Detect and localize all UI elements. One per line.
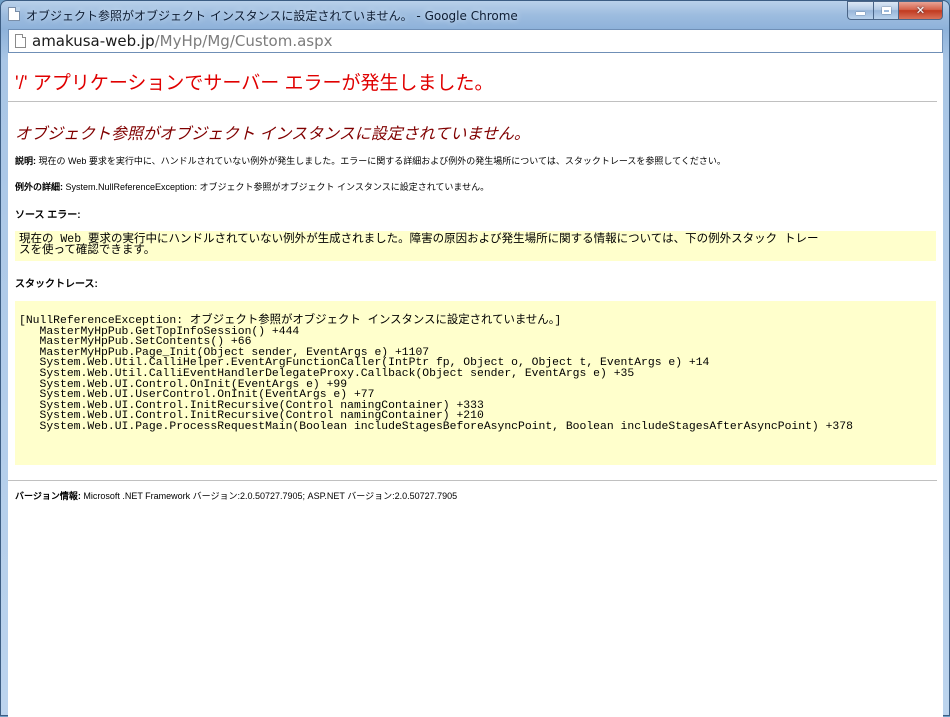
description-text: 現在の Web 要求を実行中に、ハンドルされていない例外が発生しました。エラーに… bbox=[36, 156, 726, 166]
version-label: バージョン情報: bbox=[15, 491, 81, 501]
maximize-button[interactable] bbox=[873, 1, 899, 20]
source-error-text: 現在の Web 要求の実行中にハンドルされていない例外が生成されました。障害の原… bbox=[19, 233, 819, 257]
minimize-icon bbox=[856, 12, 865, 15]
close-icon: ✕ bbox=[915, 4, 926, 17]
version-info: バージョン情報: Microsoft .NET Framework バージョン:… bbox=[15, 489, 457, 502]
server-error-title: '/' アプリケーションでサーバー エラーが発生しました。 bbox=[15, 73, 494, 94]
description-label: 説明: bbox=[15, 156, 36, 166]
exception-text: System.NullReferenceException: オブジェクト参照が… bbox=[63, 182, 490, 192]
stack-trace-box: [NullReferenceException: オブジェクト参照がオブジェクト… bbox=[15, 301, 936, 465]
window-title: オブジェクト参照がオブジェクト インスタンスに設定されていません。 - Goog… bbox=[26, 9, 518, 23]
url-text[interactable]: amakusa-web.jp/MyHp/Mg/Custom.aspx bbox=[32, 32, 333, 50]
page-content: '/' アプリケーションでサーバー エラーが発生しました。 オブジェクト参照がオ… bbox=[8, 53, 943, 717]
address-bar[interactable]: amakusa-web.jp/MyHp/Mg/Custom.aspx bbox=[8, 29, 943, 53]
exception-label: 例外の詳細: bbox=[15, 182, 63, 192]
url-host: amakusa-web.jp bbox=[32, 32, 155, 50]
title-bar[interactable]: オブジェクト参照がオブジェクト インスタンスに設定されていません。 - Goog… bbox=[1, 1, 949, 29]
minimize-button[interactable] bbox=[847, 1, 873, 20]
page-icon bbox=[15, 34, 26, 48]
stack-trace-label: スタックトレース: bbox=[15, 279, 98, 290]
url-path: /MyHp/Mg/Custom.aspx bbox=[154, 32, 333, 50]
divider bbox=[8, 480, 937, 481]
error-message: オブジェクト参照がオブジェクト インスタンスに設定されていません。 bbox=[15, 126, 530, 143]
maximize-icon bbox=[881, 7, 891, 14]
stack-trace-text: [NullReferenceException: オブジェクト参照がオブジェクト… bbox=[19, 315, 853, 433]
divider bbox=[8, 101, 937, 102]
window-controls: ✕ bbox=[847, 1, 943, 21]
exception-details: 例外の詳細: System.NullReferenceException: オブ… bbox=[15, 180, 489, 193]
source-error-box: 現在の Web 要求の実行中にハンドルされていない例外が生成されました。障害の原… bbox=[15, 231, 936, 261]
close-button[interactable]: ✕ bbox=[899, 1, 943, 20]
description: 説明: 現在の Web 要求を実行中に、ハンドルされていない例外が発生しました。… bbox=[15, 154, 726, 167]
version-text: Microsoft .NET Framework バージョン:2.0.50727… bbox=[80, 491, 458, 501]
browser-window: オブジェクト参照がオブジェクト インスタンスに設定されていません。 - Goog… bbox=[0, 0, 950, 717]
page-icon bbox=[8, 7, 20, 21]
source-error-label: ソース エラー: bbox=[15, 210, 81, 221]
